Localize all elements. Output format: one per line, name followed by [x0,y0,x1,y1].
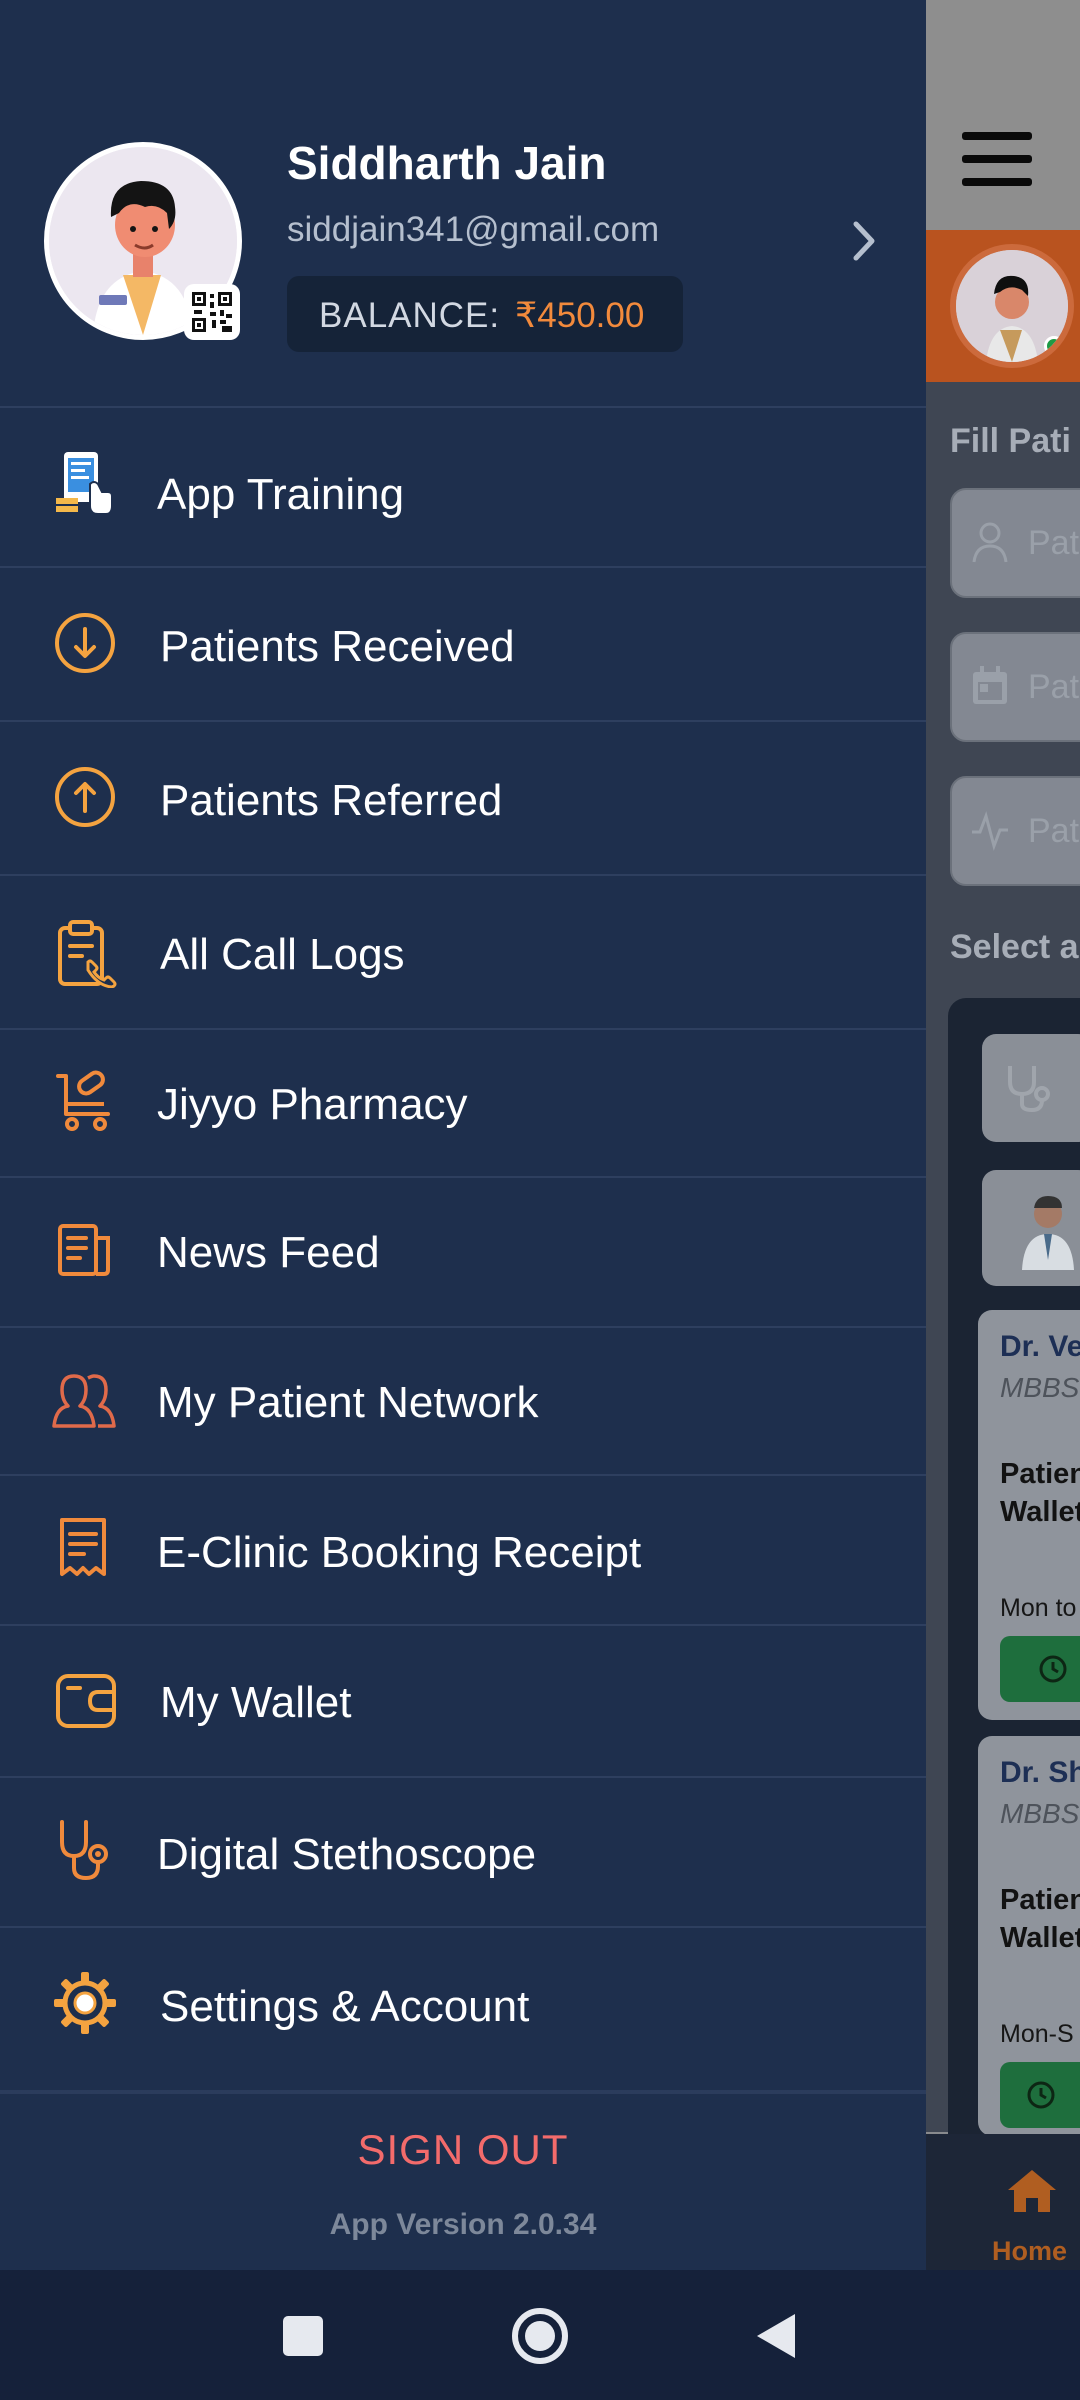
wallet-icon [56,1674,116,1728]
pulse-icon [972,811,1008,851]
app-training-icon [56,452,113,515]
arrow-up-circle-icon [55,767,115,827]
field-placeholder: Pat [1028,524,1080,562]
menu-item-app-training[interactable]: App Training [0,406,926,566]
menu-item-label: All Call Logs [160,930,405,979]
menu-item-jiyyo-pharmacy[interactable]: Jiyyo Pharmacy [0,1028,926,1176]
user-name: Siddharth Jain [287,137,607,189]
timing-button[interactable] [1000,1636,1080,1702]
chevron-right-icon[interactable] [848,218,880,264]
calendar-icon [973,666,1007,704]
menu-item-news-feed[interactable]: News Feed [0,1176,926,1326]
balance-label: BALANCE: [319,296,501,335]
menu-item-label: News Feed [157,1228,380,1277]
doctor-name: Dr. Ve [1000,1330,1080,1363]
doctor-name: Dr. Sh [1000,1756,1080,1789]
newspaper-icon [58,1224,110,1276]
menu-item-patients-referred[interactable]: Patients Referred [0,720,926,874]
card-text: Patien [1000,1884,1080,1916]
stethoscope-icon [60,1820,108,1881]
clipboard-phone-icon [58,920,117,988]
menu-item-digital-stethoscope[interactable]: Digital Stethoscope [0,1776,926,1926]
home-icon[interactable] [1006,2168,1058,2214]
card-text: Patien [1000,1458,1080,1490]
pharmacy-cart-icon [56,1070,110,1131]
clock-icon [1027,2081,1055,2109]
menu-item-label: My Wallet [160,1678,352,1727]
menu-item-label: Patients Received [160,622,515,671]
bottom-nav-home-label[interactable]: Home [992,2236,1067,2267]
menu-item-my-wallet[interactable]: My Wallet [0,1624,926,1776]
doctor-card[interactable]: Dr. Ve MBBS Patien Wallet Mon to [978,1310,1080,1720]
fill-patient-title: Fill Pati [950,422,1071,460]
user-email: siddjain341@gmail.com [287,210,660,249]
card-timing: Mon-S [1000,2020,1074,2048]
menu-item-all-call-logs[interactable]: All Call Logs [0,874,926,1028]
patient-name-field[interactable]: Pat [950,488,1080,598]
select-title: Select a [950,928,1079,966]
system-nav-bar [0,2270,1080,2400]
recents-button-icon[interactable] [259,2292,347,2380]
balance-amount: ₹450.00 [515,296,645,335]
menu-item-label: Digital Stethoscope [157,1830,537,1879]
doctor-degree: MBBS [1000,1372,1080,1403]
menu-item-label: E-Clinic Booking Receipt [157,1528,642,1577]
menu-item-settings-account[interactable]: Settings & Account [0,1926,926,2080]
app-version-text: App Version 2.0.34 [329,2208,597,2241]
card-text: Wallet [1000,1496,1080,1528]
card-timing: Mon to [1000,1594,1077,1622]
patient-vitals-field[interactable]: Pat [950,776,1080,886]
arrow-down-circle-icon [55,613,115,673]
stethoscope-icon [1008,1066,1050,1113]
hamburger-menu-icon[interactable] [962,132,1032,186]
menu-item-label: Settings & Account [160,1982,530,2031]
menu-item-label: Patients Referred [160,776,503,825]
footer-divider [0,2090,926,2094]
menu-item-patients-received[interactable]: Patients Received [0,566,926,720]
field-placeholder: Pat [1028,668,1080,706]
specialty-search[interactable] [982,1034,1080,1142]
gear-icon [54,1972,116,2034]
back-button-icon[interactable] [733,2292,821,2380]
timing-button[interactable] [1000,2062,1080,2128]
menu-item-my-patient-network[interactable]: My Patient Network [0,1326,926,1474]
menu-item-label: My Patient Network [157,1378,539,1427]
receipt-icon [60,1518,106,1576]
person-icon [972,522,1008,563]
profile-header[interactable]: Siddharth Jain siddjain341@gmail.com BAL… [0,0,926,406]
qr-code-icon[interactable] [184,284,240,340]
menu-item-eclinic-booking-receipt[interactable]: E-Clinic Booking Receipt [0,1474,926,1624]
doctor-card[interactable]: Dr. Sh MBBS Patien Wallet Mon-S [978,1736,1080,2136]
menu-item-label: Jiyyo Pharmacy [157,1080,468,1129]
clock-icon [1039,1655,1067,1683]
doctor-avatar-icon [1022,1196,1074,1270]
field-placeholder: Pat [1028,812,1080,850]
navigation-drawer: Siddharth Jain siddjain341@gmail.com BAL… [0,0,926,2270]
doctor-degree: MBBS [1000,1798,1080,1829]
balance-badge: BALANCE: ₹450.00 [287,276,683,352]
users-icon [52,1374,116,1428]
banner-avatar[interactable] [950,244,1074,368]
home-button-icon[interactable] [496,2292,584,2380]
menu-item-label: App Training [157,470,405,519]
card-text: Wallet [1000,1922,1080,1954]
patient-date-field[interactable]: Pat [950,632,1080,742]
doctor-avatar-tile[interactable] [982,1170,1080,1286]
sign-out-button[interactable]: SIGN OUT [0,2126,926,2174]
